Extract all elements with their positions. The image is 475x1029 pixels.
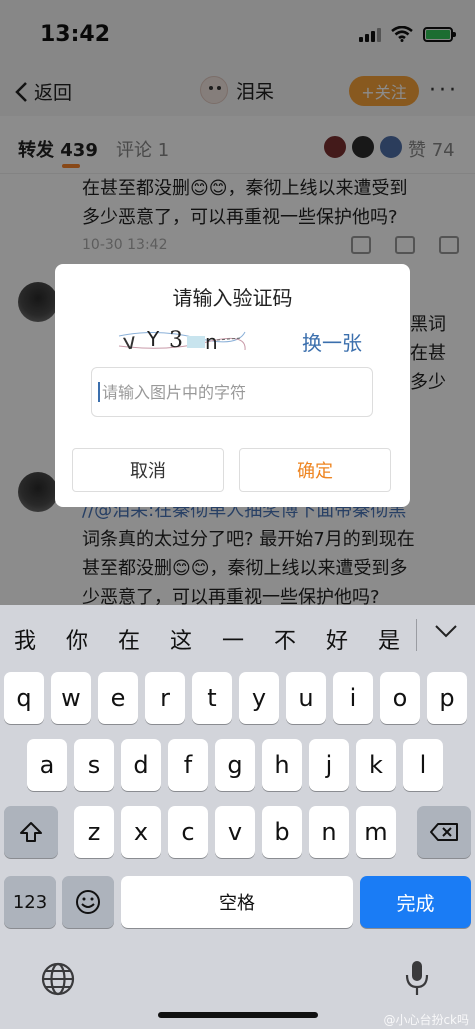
keyboard: 我 你 在 这 一 不 好 是 q w e r t y u i o p a s … (0, 605, 475, 1029)
dialog-title: 请输入验证码 (172, 286, 293, 310)
key-r[interactable]: r (145, 672, 185, 724)
key-m[interactable]: m (356, 806, 396, 858)
watermark: @小心台扮ck吗 (383, 1013, 469, 1027)
candidate-word[interactable]: 是 (378, 623, 400, 655)
key-l[interactable]: l (403, 739, 443, 791)
captcha-dialog: 请输入验证码 v Y 3 n 换一张 取消 确定 (55, 264, 410, 507)
key-t[interactable]: t (192, 672, 232, 724)
key-g[interactable]: g (215, 739, 255, 791)
chevron-down-icon[interactable] (434, 623, 458, 639)
key-w[interactable]: w (51, 672, 91, 724)
key-c[interactable]: c (168, 806, 208, 858)
key-j[interactable]: j (309, 739, 349, 791)
candidate-word[interactable]: 好 (326, 623, 348, 655)
backspace-key[interactable] (417, 806, 471, 858)
microphone-icon[interactable] (404, 959, 430, 999)
key-h[interactable]: h (262, 739, 302, 791)
key-b[interactable]: b (262, 806, 302, 858)
captcha-image[interactable]: v Y 3 n (117, 322, 247, 356)
candidate-word[interactable]: 这 (170, 623, 192, 655)
svg-text:3: 3 (169, 328, 183, 353)
svg-text:n: n (205, 330, 218, 354)
key-s[interactable]: s (74, 739, 114, 791)
key-q[interactable]: q (4, 672, 44, 724)
home-indicator[interactable] (158, 1012, 318, 1018)
numbers-key[interactable]: 123 (4, 876, 56, 928)
key-y[interactable]: y (239, 672, 279, 724)
svg-text:Y: Y (146, 327, 160, 351)
candidate-bar: 我 你 在 这 一 不 好 是 (0, 605, 475, 665)
key-k[interactable]: k (356, 739, 396, 791)
key-x[interactable]: x (121, 806, 161, 858)
key-n[interactable]: n (309, 806, 349, 858)
candidate-word[interactable]: 我 (14, 623, 36, 655)
globe-icon[interactable] (40, 961, 76, 997)
done-key[interactable]: 完成 (360, 876, 471, 928)
key-e[interactable]: e (98, 672, 138, 724)
key-z[interactable]: z (74, 806, 114, 858)
candidate-word[interactable]: 你 (66, 623, 88, 655)
key-i[interactable]: i (333, 672, 373, 724)
cancel-button[interactable]: 取消 (72, 448, 224, 492)
key-o[interactable]: o (380, 672, 420, 724)
key-f[interactable]: f (168, 739, 208, 791)
key-a[interactable]: a (27, 739, 67, 791)
key-u[interactable]: u (286, 672, 326, 724)
confirm-button[interactable]: 确定 (239, 448, 391, 492)
emoji-key[interactable] (62, 876, 114, 928)
space-key[interactable]: 空格 (121, 876, 353, 928)
shift-icon (20, 822, 42, 842)
text-cursor (98, 382, 100, 402)
key-p[interactable]: p (427, 672, 467, 724)
key-d[interactable]: d (121, 739, 161, 791)
divider (416, 619, 417, 651)
candidate-word[interactable]: 一 (222, 623, 244, 655)
shift-key[interactable] (4, 806, 58, 858)
candidate-word[interactable]: 在 (118, 623, 140, 655)
candidate-word[interactable]: 不 (274, 623, 296, 655)
refresh-captcha-button[interactable]: 换一张 (302, 327, 362, 356)
key-v[interactable]: v (215, 806, 255, 858)
backspace-icon (430, 823, 458, 841)
captcha-input[interactable] (91, 367, 373, 417)
emoji-icon (76, 890, 100, 914)
